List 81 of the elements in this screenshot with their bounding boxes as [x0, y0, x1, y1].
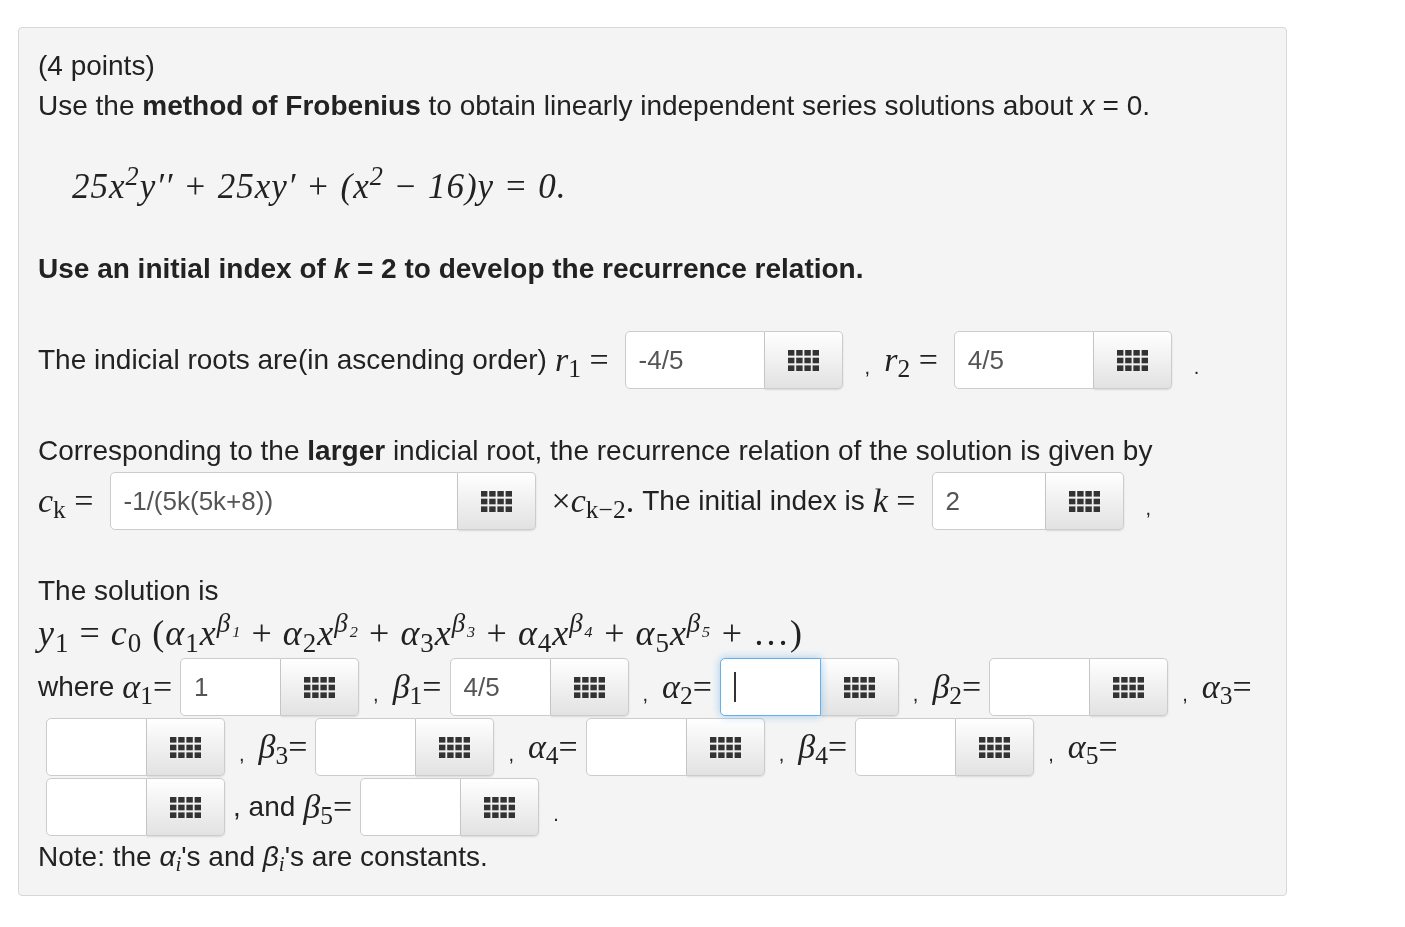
- grid-icon: [787, 349, 819, 371]
- math-expression: α$_{5}$=: [1067, 727, 1118, 767]
- grid-icon: [304, 676, 336, 698]
- grid-icon: [843, 676, 875, 698]
- grid-icon: [480, 490, 512, 512]
- prompt-text: Corresponding to the larger indicial root, the recurrence relation of the solution is given by: [38, 434, 1153, 468]
- math-expression: r$_{1}$ =: [554, 340, 609, 380]
- keypad-button[interactable]: [764, 331, 843, 389]
- answer-field[interactable]: 4/5: [449, 658, 551, 716]
- punctuation-mark: ,: [1145, 496, 1152, 520]
- punctuation-mark: ,: [642, 682, 649, 706]
- points-label: (4 points): [38, 49, 155, 83]
- keypad-button[interactable]: [147, 718, 225, 776]
- answer-field[interactable]: -1/(5k(5k+8)): [109, 472, 458, 530]
- answer-field[interactable]: [585, 718, 687, 776]
- math-expression: α$_{3}$=: [1201, 667, 1252, 707]
- grid-icon: [484, 796, 516, 818]
- instruction-text: Use an initial index of k = 2 to develop the recurrence relation.: [38, 252, 864, 286]
- prompt-text: The indicial roots are(in ascending order): [38, 343, 547, 377]
- grid-icon: [709, 736, 741, 758]
- answer-field[interactable]: -4/5: [624, 331, 765, 389]
- punctuation-mark: .: [1193, 355, 1200, 379]
- answer-field[interactable]: [719, 658, 821, 716]
- keypad-button[interactable]: [1045, 472, 1124, 530]
- grid-icon: [1116, 349, 1148, 371]
- math-expression: α$_{2}$=: [662, 667, 712, 707]
- math-expression: k =: [872, 481, 916, 521]
- math-expression: β$_{5}$=: [303, 787, 353, 827]
- keypad-button[interactable]: [461, 778, 540, 836]
- keypad-button[interactable]: [1093, 331, 1172, 389]
- keypad-button[interactable]: [956, 718, 1035, 776]
- prompt-text: , and: [233, 790, 296, 824]
- math-expression: r$_{2}$ =: [884, 340, 938, 380]
- answer-field[interactable]: [360, 778, 462, 836]
- prompt-text: where: [38, 670, 115, 704]
- answer-field[interactable]: 2: [931, 472, 1046, 530]
- keypad-button[interactable]: [820, 658, 899, 716]
- punctuation-mark: ,: [239, 742, 245, 766]
- punctuation-mark: ,: [864, 355, 871, 379]
- answer-field[interactable]: [315, 718, 417, 776]
- punctuation-mark: ,: [1182, 682, 1188, 706]
- keypad-button[interactable]: [457, 472, 536, 530]
- punctuation-mark: ,: [912, 682, 919, 706]
- grid-icon: [1068, 490, 1100, 512]
- keypad-button[interactable]: [686, 718, 765, 776]
- math-expression: β$_{1}$=: [392, 667, 442, 707]
- keypad-button[interactable]: [550, 658, 629, 716]
- grid-icon: [439, 736, 471, 758]
- keypad-button[interactable]: [416, 718, 495, 776]
- answer-field[interactable]: 1: [180, 658, 282, 716]
- keypad-button[interactable]: [281, 658, 360, 716]
- punctuation-mark: ,: [508, 742, 514, 766]
- answer-field[interactable]: [855, 718, 957, 776]
- math-expression: β$_{4}$=: [798, 727, 848, 767]
- math-expression: α$_{4}$=: [528, 727, 578, 767]
- prompt-text: The initial index is: [642, 484, 865, 518]
- math-expression: β$_{3}$=: [258, 727, 308, 767]
- punctuation-mark: ,: [373, 682, 379, 706]
- answer-field[interactable]: 4/5: [953, 331, 1094, 389]
- punctuation-mark: .: [553, 802, 559, 826]
- text-cursor-icon: [733, 672, 736, 702]
- grid-icon: [573, 676, 605, 698]
- answer-field[interactable]: [46, 778, 147, 836]
- grid-icon: [170, 796, 201, 818]
- answer-field[interactable]: [46, 718, 147, 776]
- prompt-text: The solution is: [38, 574, 219, 608]
- grid-icon: [170, 736, 201, 758]
- grid-icon: [1113, 676, 1145, 698]
- math-expression: α$_{1}$=: [122, 667, 173, 707]
- answer-field[interactable]: [989, 658, 1091, 716]
- keypad-button[interactable]: [1090, 658, 1169, 716]
- punctuation-mark: ,: [778, 742, 785, 766]
- math-expression: ×c$_{k−2}$.: [551, 481, 635, 521]
- instructions-text: Use the method of Frobenius to obtain linearly independent series solutions about x = 0.: [38, 89, 1150, 123]
- grid-icon: [979, 736, 1011, 758]
- math-expression: β$_{2}$=: [932, 667, 982, 707]
- punctuation-mark: ,: [1048, 742, 1054, 766]
- math-expression: c$_{k}$ =: [38, 481, 94, 521]
- keypad-button[interactable]: [147, 778, 225, 836]
- differential-equation: 25x$^{2}$y′′ + 25xy′ + (x$^{2}$ − 16)y = 0.: [72, 167, 567, 207]
- note-text: Note: the α$_{i}$'s and β$_{i}$'s are constants.: [38, 840, 488, 877]
